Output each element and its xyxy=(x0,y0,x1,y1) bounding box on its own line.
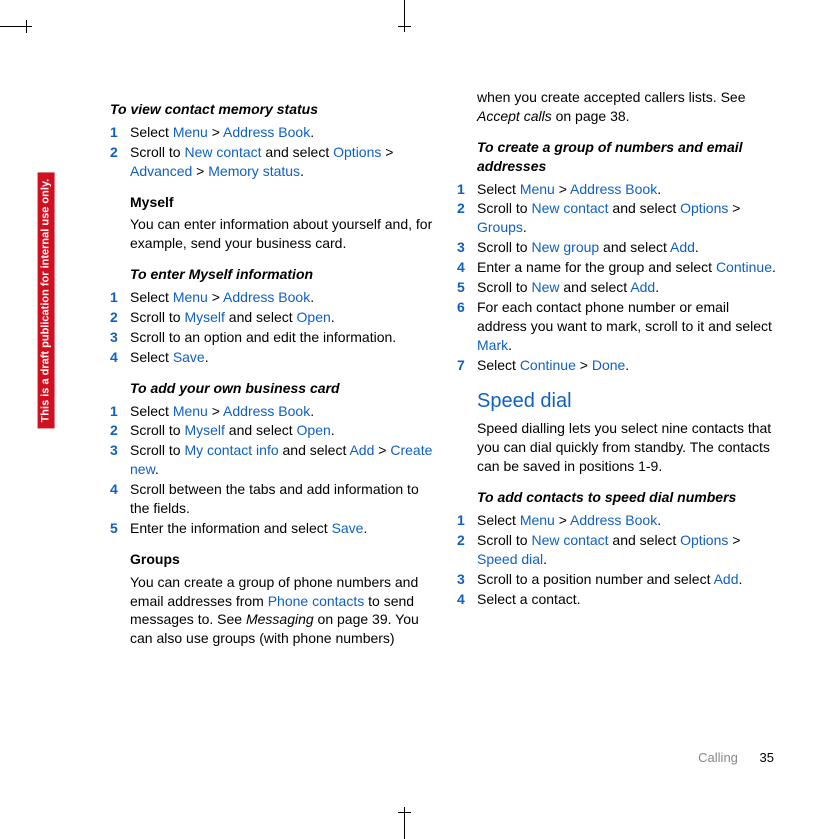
page-content: To view contact memory status Select Men… xyxy=(110,88,780,652)
steps-business-card: Select Menu > Address Book. Scroll to My… xyxy=(110,402,433,538)
steps-view-memory: Select Menu > Address Book. Scroll to Ne… xyxy=(110,123,433,181)
draft-watermark: This is a draft publication for internal… xyxy=(38,173,55,429)
step: Select Menu > Address Book. xyxy=(110,288,433,307)
heading-create-group: To create a group of numbers and email a… xyxy=(457,138,780,176)
step: Scroll between the tabs and add informat… xyxy=(110,480,433,518)
step: Scroll to New and select Add. xyxy=(457,278,780,297)
step: Scroll to Myself and select Open. xyxy=(110,421,433,440)
footer-section: Calling xyxy=(698,750,738,765)
heading-myself: Myself xyxy=(110,193,433,212)
heading-add-speed-dial: To add contacts to speed dial numbers xyxy=(457,488,780,507)
steps-enter-myself: Select Menu > Address Book. Scroll to My… xyxy=(110,288,433,367)
step: Scroll to an option and edit the informa… xyxy=(110,328,433,347)
step: Select Menu > Address Book. xyxy=(457,511,780,530)
heading-speed-dial: Speed dial xyxy=(457,388,780,415)
step: Select Menu > Address Book. xyxy=(110,402,433,421)
step: Select Continue > Done. xyxy=(457,356,780,375)
step: Select Menu > Address Book. xyxy=(110,123,433,142)
steps-speed-dial: Select Menu > Address Book. Scroll to Ne… xyxy=(457,511,780,608)
step: Select Save. xyxy=(110,348,433,367)
step: Enter the information and select Save. xyxy=(110,519,433,538)
step: Scroll to New group and select Add. xyxy=(457,238,780,257)
column-right: when you create accepted callers lists. … xyxy=(457,88,780,652)
heading-groups: Groups xyxy=(110,550,433,569)
heading-enter-myself: To enter Myself information xyxy=(110,265,433,284)
footer-page-number: 35 xyxy=(760,750,774,765)
paragraph-speed-dial: Speed dialling lets you select nine cont… xyxy=(457,419,780,476)
paragraph-myself: You can enter information about yourself… xyxy=(110,215,433,253)
step: Scroll to New contact and select Options… xyxy=(457,199,780,237)
step: Scroll to Myself and select Open. xyxy=(110,308,433,327)
heading-view-memory-status: To view contact memory status xyxy=(110,100,433,119)
step: Scroll to My contact info and select Add… xyxy=(110,441,433,479)
step: Select Menu > Address Book. xyxy=(457,180,780,199)
paragraph-cont: when you create accepted callers lists. … xyxy=(457,88,780,126)
paragraph-groups: You can create a group of phone numbers … xyxy=(110,573,433,649)
column-left: To view contact memory status Select Men… xyxy=(110,88,433,652)
step: Select a contact. xyxy=(457,590,780,609)
step: Scroll to New contact and select Options… xyxy=(457,531,780,569)
step: Scroll to New contact and select Options… xyxy=(110,143,433,181)
page-footer: Calling 35 xyxy=(698,749,774,767)
step: Scroll to a position number and select A… xyxy=(457,570,780,589)
step: Enter a name for the group and select Co… xyxy=(457,258,780,277)
steps-create-group: Select Menu > Address Book. Scroll to Ne… xyxy=(457,180,780,375)
step: For each contact phone number or email a… xyxy=(457,298,780,355)
heading-add-business-card: To add your own business card xyxy=(110,379,433,398)
